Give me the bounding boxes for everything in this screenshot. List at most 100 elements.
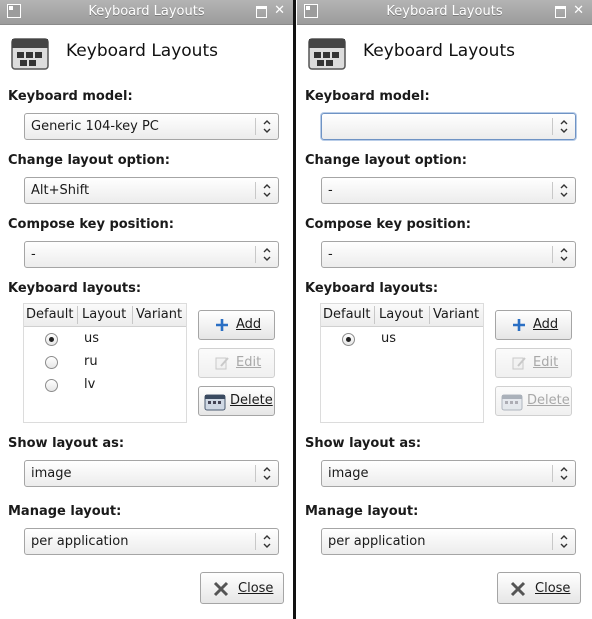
delete-button-label: Delete bbox=[527, 393, 570, 408]
dialog-heading: Keyboard Layouts bbox=[66, 41, 218, 61]
keyboard-layouts-window-left: Keyboard Layouts ✕ Keyboard Layouts Keyb… bbox=[0, 0, 293, 619]
default-radio[interactable] bbox=[45, 356, 58, 369]
keyboard-delete-icon bbox=[501, 394, 523, 411]
layout-name: us bbox=[84, 331, 100, 346]
window-title: Keyboard Layouts bbox=[386, 4, 503, 19]
compose-key-label: Compose key position: bbox=[305, 217, 471, 232]
add-button-label: Add bbox=[236, 317, 262, 332]
show-layout-value: image bbox=[328, 466, 369, 481]
chevron-updown-icon bbox=[560, 248, 568, 261]
compose-key-combo[interactable]: - bbox=[24, 241, 279, 268]
change-layout-value: - bbox=[328, 183, 333, 198]
x-icon bbox=[213, 581, 229, 597]
layout-name: us bbox=[381, 331, 397, 346]
list-item[interactable]: us bbox=[321, 328, 483, 351]
manage-layout-value: per application bbox=[31, 534, 129, 549]
dialog-heading: Keyboard Layouts bbox=[363, 41, 515, 61]
show-layout-label: Show layout as: bbox=[305, 436, 422, 451]
edit-button[interactable]: Edit bbox=[198, 348, 275, 378]
chevron-updown-icon bbox=[263, 467, 271, 480]
close-button[interactable]: Close bbox=[200, 572, 284, 604]
show-layout-value: image bbox=[31, 466, 72, 481]
chevron-updown-icon bbox=[560, 535, 568, 548]
title-bar[interactable]: Keyboard Layouts ✕ bbox=[0, 0, 293, 25]
keyboard-icon bbox=[308, 38, 346, 70]
layout-name: ru bbox=[84, 354, 98, 369]
layouts-list[interactable]: Default Layout Variant us bbox=[320, 303, 484, 423]
keyboard-model-label: Keyboard model: bbox=[305, 89, 430, 104]
list-item[interactable]: lv bbox=[24, 374, 186, 397]
maximize-icon[interactable] bbox=[555, 6, 566, 18]
edit-button-label: Edit bbox=[236, 355, 262, 370]
keyboard-model-combo[interactable]: Generic 104-key PC bbox=[24, 113, 279, 140]
column-layout[interactable]: Layout bbox=[82, 307, 126, 322]
default-radio[interactable] bbox=[45, 333, 58, 346]
maximize-icon[interactable] bbox=[256, 6, 267, 18]
list-item[interactable]: us bbox=[24, 328, 186, 351]
pencil-icon bbox=[512, 357, 526, 370]
manage-layout-combo[interactable]: per application bbox=[24, 528, 279, 555]
keyboard-icon bbox=[11, 38, 49, 70]
chevron-updown-icon bbox=[560, 120, 568, 133]
chevron-updown-icon bbox=[263, 184, 271, 197]
add-button[interactable]: Add bbox=[495, 310, 572, 340]
list-header: Default Layout Variant bbox=[321, 304, 483, 327]
change-layout-combo[interactable]: Alt+Shift bbox=[24, 177, 279, 204]
change-layout-label: Change layout option: bbox=[8, 153, 170, 168]
close-button-label: Close bbox=[535, 581, 571, 596]
column-variant[interactable]: Variant bbox=[433, 307, 479, 322]
edit-button[interactable]: Edit bbox=[495, 348, 572, 378]
layouts-list[interactable]: Default Layout Variant us ru lv bbox=[23, 303, 187, 423]
column-layout[interactable]: Layout bbox=[379, 307, 423, 322]
x-icon bbox=[510, 581, 526, 597]
compose-key-label: Compose key position: bbox=[8, 217, 174, 232]
keyboard-layouts-window-right: Keyboard Layouts ✕ Keyboard Layouts Keyb… bbox=[297, 0, 592, 619]
dialog-header: Keyboard Layouts bbox=[297, 25, 592, 79]
plus-icon bbox=[216, 319, 228, 331]
keyboard-layouts-label: Keyboard layouts: bbox=[305, 281, 439, 296]
manage-layout-value: per application bbox=[328, 534, 426, 549]
keyboard-model-combo[interactable] bbox=[321, 113, 576, 140]
edit-button-label: Edit bbox=[533, 355, 559, 370]
plus-icon bbox=[513, 319, 525, 331]
chevron-updown-icon bbox=[560, 184, 568, 197]
window-title: Keyboard Layouts bbox=[88, 4, 205, 19]
column-default[interactable]: Default bbox=[323, 307, 371, 322]
close-button[interactable]: Close bbox=[497, 572, 581, 604]
pencil-icon bbox=[215, 357, 229, 370]
show-layout-label: Show layout as: bbox=[8, 436, 125, 451]
column-variant[interactable]: Variant bbox=[136, 307, 182, 322]
close-window-icon[interactable]: ✕ bbox=[274, 3, 285, 18]
show-layout-combo[interactable]: image bbox=[321, 460, 576, 487]
delete-button-label: Delete bbox=[230, 393, 273, 408]
show-layout-combo[interactable]: image bbox=[24, 460, 279, 487]
chevron-updown-icon bbox=[263, 535, 271, 548]
compose-key-combo[interactable]: - bbox=[321, 241, 576, 268]
default-radio[interactable] bbox=[45, 379, 58, 392]
list-item[interactable]: ru bbox=[24, 351, 186, 374]
chevron-updown-icon bbox=[560, 467, 568, 480]
list-header: Default Layout Variant bbox=[24, 304, 186, 327]
compose-key-value: - bbox=[31, 247, 36, 262]
keyboard-model-value: Generic 104-key PC bbox=[31, 119, 159, 134]
column-default[interactable]: Default bbox=[26, 307, 74, 322]
close-button-label: Close bbox=[238, 581, 274, 596]
keyboard-model-label: Keyboard model: bbox=[8, 89, 133, 104]
manage-layout-combo[interactable]: per application bbox=[321, 528, 576, 555]
add-button[interactable]: Add bbox=[198, 310, 275, 340]
window-divider bbox=[293, 0, 296, 619]
dialog-header: Keyboard Layouts bbox=[0, 25, 293, 79]
chevron-updown-icon bbox=[263, 248, 271, 261]
manage-layout-label: Manage layout: bbox=[8, 504, 122, 519]
add-button-label: Add bbox=[533, 317, 559, 332]
change-layout-combo[interactable]: - bbox=[321, 177, 576, 204]
change-layout-label: Change layout option: bbox=[305, 153, 467, 168]
chevron-updown-icon bbox=[263, 120, 271, 133]
delete-button[interactable]: Delete bbox=[198, 386, 275, 416]
delete-button[interactable]: Delete bbox=[495, 386, 572, 416]
layout-name: lv bbox=[84, 377, 96, 392]
title-bar[interactable]: Keyboard Layouts ✕ bbox=[297, 0, 592, 25]
default-radio[interactable] bbox=[342, 333, 355, 346]
close-window-icon[interactable]: ✕ bbox=[573, 3, 584, 18]
compose-key-value: - bbox=[328, 247, 333, 262]
